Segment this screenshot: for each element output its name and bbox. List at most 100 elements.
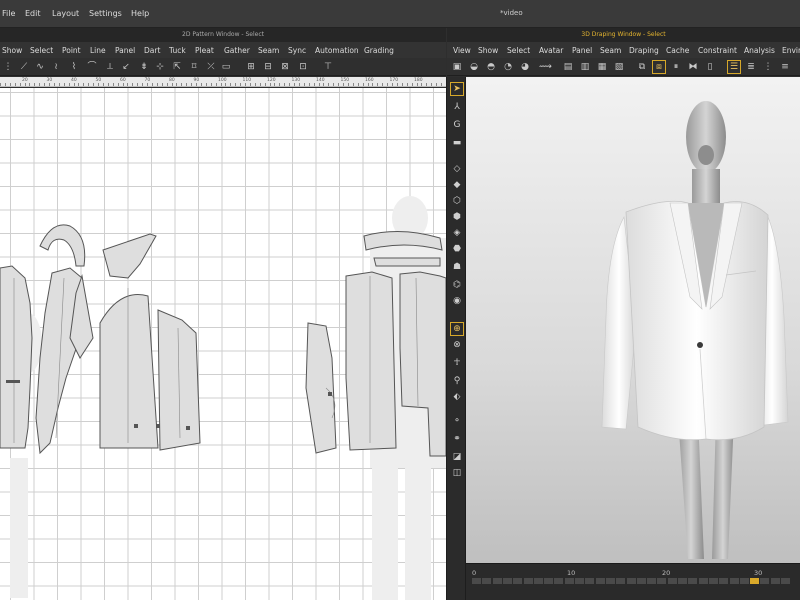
pattern-menu-grading[interactable]: Grading <box>364 46 394 55</box>
topstitch-icon[interactable]: ⊤ <box>322 61 334 73</box>
draw-dart-icon[interactable]: ↙ <box>120 61 132 73</box>
pattern-menu-panel[interactable]: Panel <box>115 46 135 55</box>
menu-file[interactable]: File <box>2 9 15 18</box>
menu-edit[interactable]: Edit <box>25 9 41 18</box>
timeline-frame[interactable] <box>770 578 781 584</box>
frame-icon[interactable]: ▯ <box>704 61 716 73</box>
draping-menu-cache[interactable]: Cache <box>666 46 689 55</box>
timeline-frame[interactable] <box>605 578 616 584</box>
timeline-frame[interactable] <box>626 578 637 584</box>
cube-back-icon[interactable]: ⬢ <box>451 211 463 223</box>
timeline-frame[interactable] <box>544 578 555 584</box>
select-arrow-icon[interactable]: ➤ <box>450 82 464 96</box>
timeline-frame[interactable] <box>482 578 493 584</box>
timeline-frame[interactable] <box>616 578 627 584</box>
polygon-line-icon[interactable]: ⟋ <box>18 61 30 73</box>
cut-icon[interactable]: ⤫ <box>205 61 217 73</box>
draping-menu-view[interactable]: View <box>453 46 471 55</box>
timeline-frame[interactable] <box>739 578 750 584</box>
draping-menu-seam[interactable]: Seam <box>600 46 621 55</box>
timeline-frame[interactable] <box>688 578 699 584</box>
rectangle-icon[interactable]: ▭ <box>220 61 232 73</box>
draping-menu-analysis[interactable]: Analysis <box>744 46 775 55</box>
draping-menu-panel[interactable]: Panel <box>572 46 592 55</box>
timeline-track[interactable] <box>472 578 796 584</box>
fabric-icon[interactable]: ▬ <box>451 137 463 149</box>
arrange-icon[interactable]: ◒ <box>468 61 480 73</box>
arrange-point-icon[interactable]: ⊗ <box>451 339 463 351</box>
fold-icon[interactable]: ◓ <box>485 61 497 73</box>
menu-settings[interactable]: Settings <box>89 9 122 18</box>
property-list-icon[interactable]: ≡ <box>779 61 791 73</box>
front-panel-left[interactable] <box>0 265 33 449</box>
texture-icon[interactable]: ▦ <box>596 61 608 73</box>
list-view-icon[interactable]: ☰ <box>727 60 741 74</box>
pin-tool-icon[interactable]: ⚬ <box>451 415 463 427</box>
simulation-icon[interactable]: ▣ <box>451 61 463 73</box>
pattern-menu-pleat[interactable]: Pleat <box>195 46 214 55</box>
timeline-frame[interactable] <box>667 578 678 584</box>
draping-menu-constraint[interactable]: Constraint <box>698 46 737 55</box>
cube-right-icon[interactable]: ⬣ <box>451 243 463 255</box>
pin-sewing-icon[interactable]: ⊡ <box>297 61 309 73</box>
edit-curve-point-icon[interactable]: ⌇ <box>68 61 80 73</box>
draping-menu-show[interactable]: Show <box>478 46 498 55</box>
pattern-menu-point[interactable]: Point <box>62 46 81 55</box>
timeline-frame[interactable] <box>760 578 771 584</box>
timeline-frame[interactable] <box>781 578 791 584</box>
cube-solid-icon[interactable]: ◆ <box>451 179 463 191</box>
edit-sewing-icon[interactable]: ⊠ <box>279 61 291 73</box>
collar-band-lower[interactable] <box>373 257 441 267</box>
internal-line-icon[interactable]: ⇟ <box>138 61 150 73</box>
timeline-frame[interactable] <box>523 578 534 584</box>
strengthen-icon[interactable]: ▥ <box>579 61 591 73</box>
pattern-menu-sync[interactable]: Sync <box>288 46 306 55</box>
pin-icon[interactable]: ◕ <box>519 61 531 73</box>
pattern-menu-dart[interactable]: Dart <box>144 46 160 55</box>
avatar-measure-icon[interactable]: ⚲ <box>451 375 463 387</box>
timeline-frame[interactable] <box>657 578 668 584</box>
xray-icon[interactable]: ◉ <box>451 295 463 307</box>
draping-menu-draping[interactable]: Draping <box>629 46 659 55</box>
timeline-frame[interactable] <box>698 578 709 584</box>
timeline-frame[interactable] <box>472 578 482 584</box>
side-back-panel[interactable] <box>305 322 337 454</box>
pattern-menu-select[interactable]: Select <box>30 46 53 55</box>
menu-layout[interactable]: Layout <box>52 9 79 18</box>
measure-icon[interactable]: ▧ <box>613 61 625 73</box>
timeline-frame[interactable] <box>678 578 688 584</box>
cube-wire-icon[interactable]: ◇ <box>451 163 463 175</box>
menu-help[interactable]: Help <box>131 9 149 18</box>
grade-icon[interactable]: ⌑ <box>188 61 200 73</box>
paint-icon[interactable]: ◪ <box>451 451 463 463</box>
timeline-frame[interactable] <box>708 578 719 584</box>
pattern-menu-gather[interactable]: Gather <box>224 46 250 55</box>
timeline-frame[interactable] <box>647 578 658 584</box>
draping-menu-avatar[interactable]: Avatar <box>539 46 563 55</box>
tack-tool-icon[interactable]: ⚭ <box>451 433 463 445</box>
select-mesh-icon[interactable]: ⋮ <box>2 61 14 73</box>
pause-icon[interactable]: ⏸ <box>670 61 682 73</box>
playback-icon[interactable]: ⧈ <box>652 60 666 74</box>
fold-arrangement-icon[interactable]: ⇱ <box>171 61 183 73</box>
bone-icon[interactable]: ⌬ <box>451 279 463 291</box>
draping-menu-environment[interactable]: Enviro <box>782 46 800 55</box>
bullet-list-icon[interactable]: ⋮ <box>762 61 774 73</box>
measure-point-icon[interactable]: ⊕ <box>450 322 464 336</box>
add-point-icon[interactable]: ⟂ <box>104 61 116 73</box>
timeline-frame[interactable] <box>564 578 575 584</box>
avatar-pose-icon[interactable]: ☥ <box>451 357 463 369</box>
timeline-frame[interactable] <box>636 578 647 584</box>
cube-left-icon[interactable]: ◈ <box>451 227 463 239</box>
timeline-frame[interactable] <box>729 578 740 584</box>
back-panel[interactable] <box>345 271 397 451</box>
timeline-frame[interactable] <box>492 578 503 584</box>
gizmo-icon[interactable]: ⅄ <box>451 101 463 113</box>
detail-list-icon[interactable]: ≣ <box>745 61 757 73</box>
avatar-view-icon[interactable]: ☗ <box>451 261 463 273</box>
avatar-edit-icon[interactable]: ⬖ <box>451 391 463 403</box>
curvature-icon[interactable]: ⌒ <box>86 61 98 73</box>
timeline-frame[interactable] <box>585 578 596 584</box>
cube-front-icon[interactable]: ⬡ <box>451 195 463 207</box>
timeline-frame[interactable] <box>595 578 606 584</box>
